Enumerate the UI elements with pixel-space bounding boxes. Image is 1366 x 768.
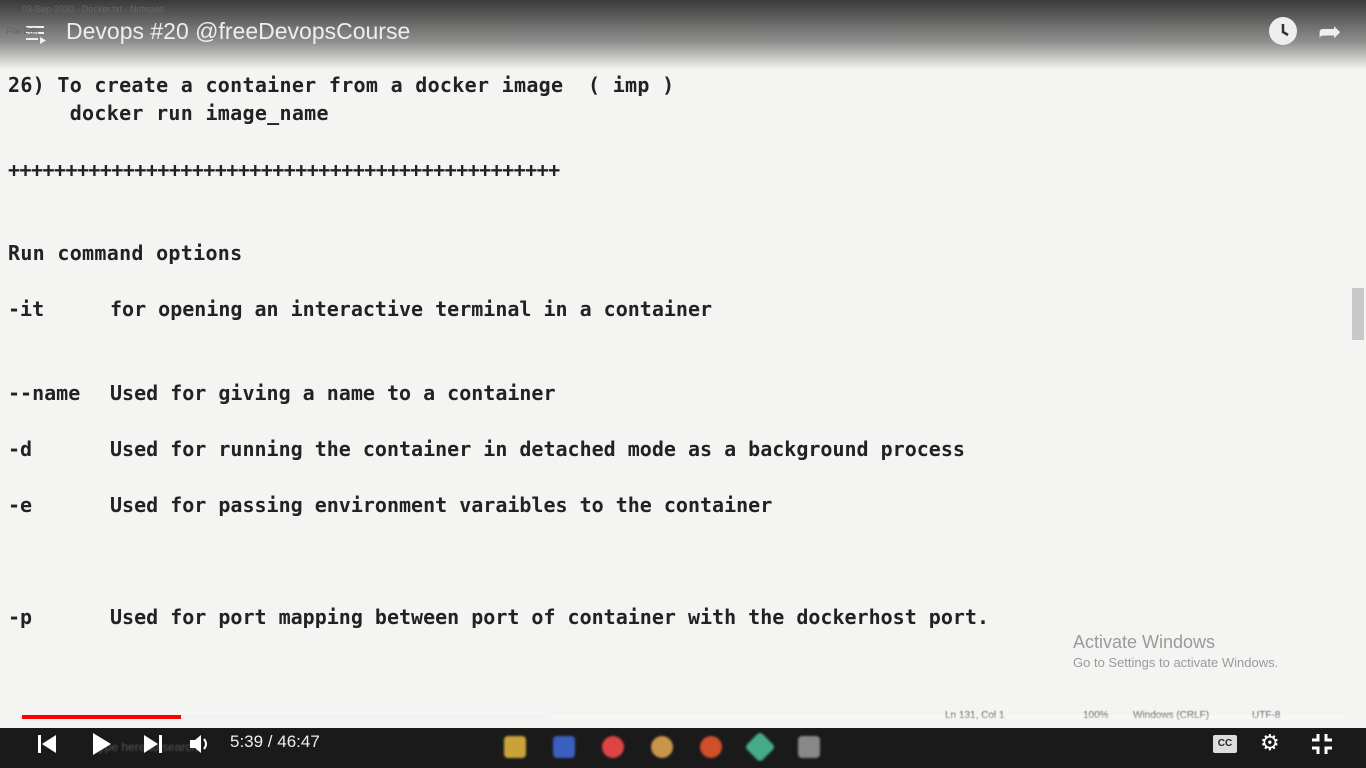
time-display: 5:39 / 46:47	[230, 732, 320, 751]
watermark-line1: Activate Windows	[1073, 632, 1216, 652]
notepad-window-title: 03-Sep-2020 - Docker.txt - Notepad	[22, 4, 165, 14]
settings-icon[interactable]: ⚙	[1260, 729, 1280, 757]
volume-icon[interactable]	[189, 733, 213, 755]
app-icon	[553, 736, 575, 758]
watermark-line2: Go to Settings to activate Windows.	[1073, 655, 1279, 670]
option-desc: for opening an interactive terminal in a…	[110, 297, 713, 321]
notepad-line: 26) To create a container from a docker …	[8, 73, 675, 97]
chrome-icon	[602, 736, 624, 758]
exit-fullscreen-icon[interactable]	[1311, 733, 1333, 755]
played-bar	[22, 715, 181, 719]
notepad-line: docker run image_name	[8, 101, 329, 125]
option-flag: -p	[8, 605, 33, 629]
notepad-separator: ++++++++++++++++++++++++++++++++++++++++…	[8, 158, 560, 182]
next-icon[interactable]	[143, 734, 163, 754]
option-desc: Used for running the container in detach…	[110, 437, 965, 461]
video-title[interactable]: Devops #20 @freeDevopsCourse	[66, 18, 410, 45]
app-icon	[700, 736, 722, 758]
option-flag: -it	[8, 297, 45, 321]
notepad-menu: File Edit	[6, 26, 39, 36]
option-flag: --name	[8, 381, 81, 405]
option-desc: Used for giving a name to a container	[110, 381, 556, 405]
app-icon	[651, 736, 673, 758]
option-desc: Used for port mapping between port of co…	[110, 605, 989, 629]
video-frame[interactable]: 26) To create a container from a docker …	[0, 0, 1366, 768]
play-icon[interactable]	[91, 732, 113, 756]
captions-button[interactable]: CC	[1213, 735, 1237, 753]
notepad-scrollbar	[1352, 288, 1364, 340]
previous-icon[interactable]	[38, 734, 58, 754]
progress-bar[interactable]	[22, 715, 1344, 719]
notepad-heading: Run command options	[8, 241, 243, 265]
share-icon[interactable]: ➦	[1318, 18, 1341, 46]
option-flag: -e	[8, 493, 33, 517]
activate-windows-watermark: Activate Windows Go to Settings to activ…	[1073, 632, 1278, 670]
file-explorer-icon	[504, 736, 526, 758]
option-desc: Used for passing environment varaibles t…	[110, 493, 773, 517]
notepad-icon	[798, 736, 820, 758]
watch-later-icon[interactable]	[1269, 17, 1297, 45]
option-flag: -d	[8, 437, 33, 461]
